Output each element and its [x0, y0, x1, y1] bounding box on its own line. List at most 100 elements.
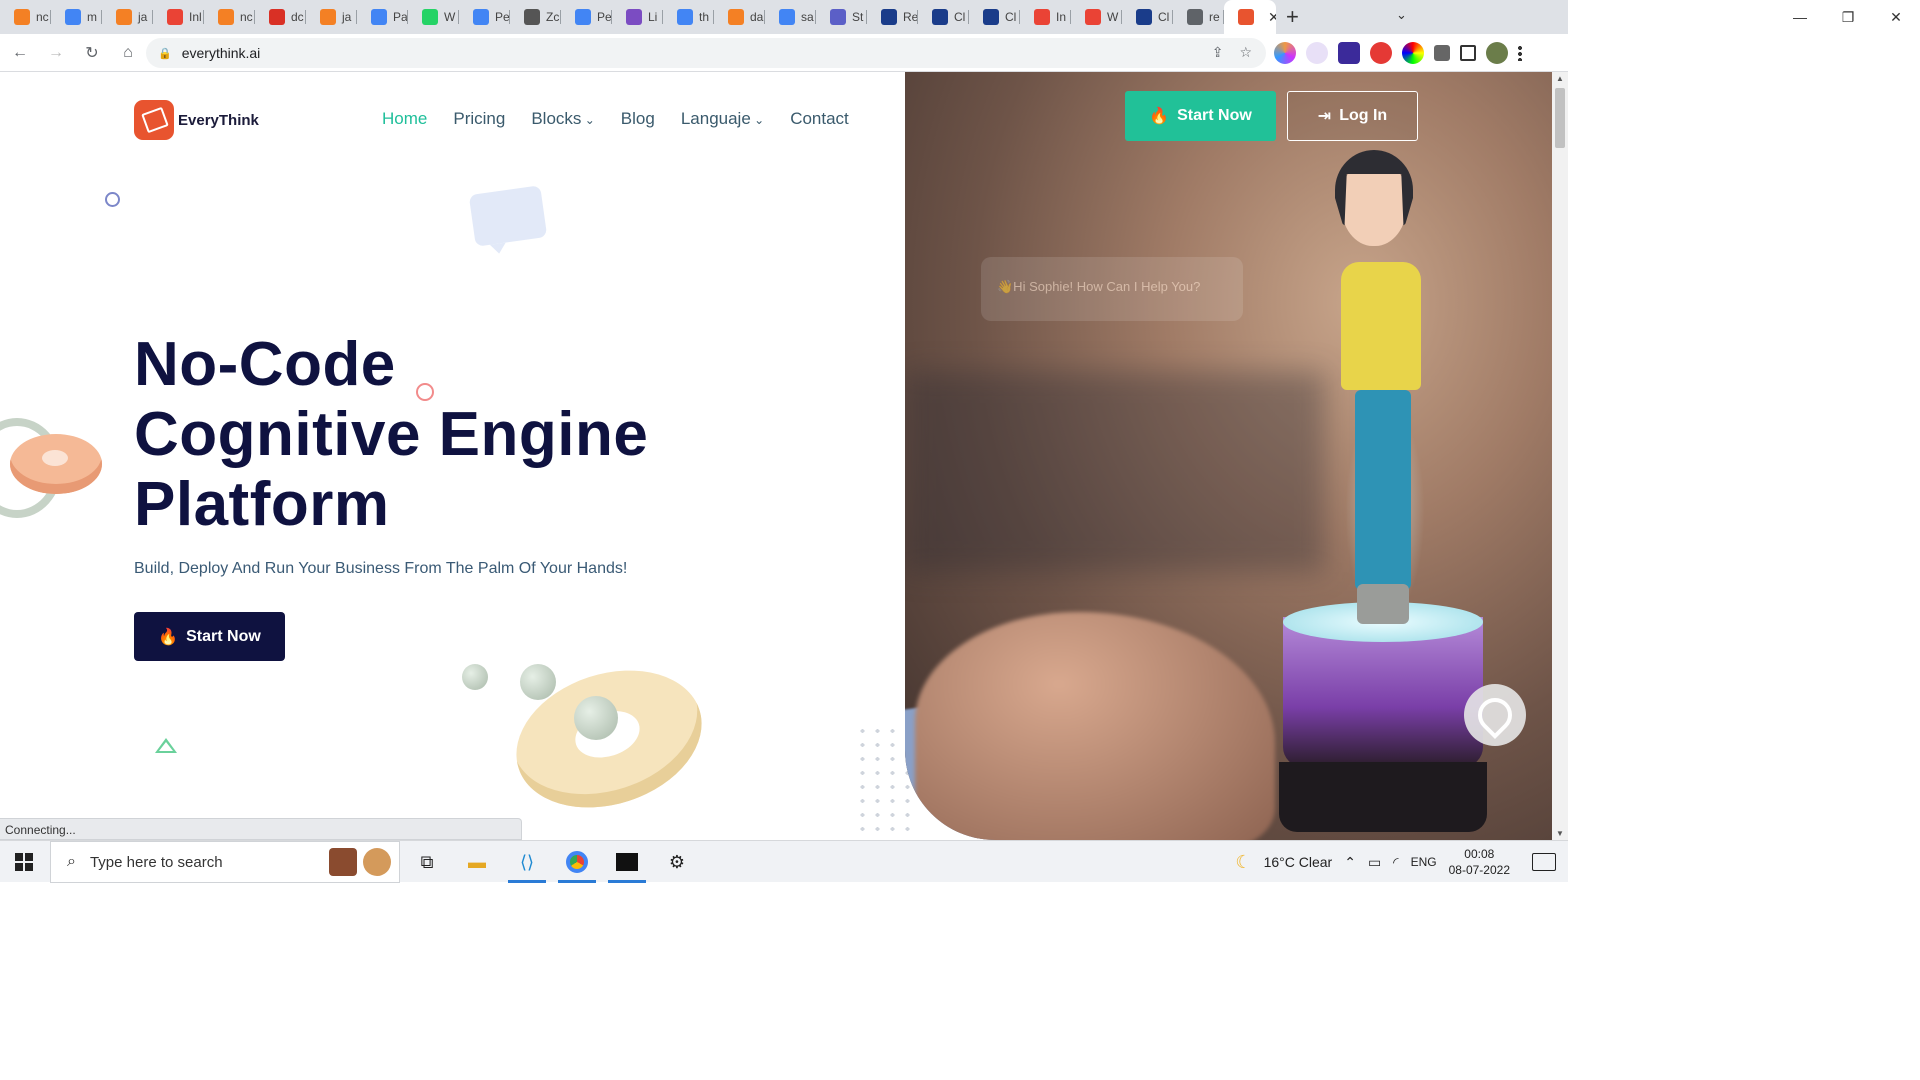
- nav-item-blocks[interactable]: Blocks: [531, 109, 594, 129]
- nav-item-blog[interactable]: Blog: [621, 109, 655, 129]
- header-start-now-button[interactable]: 🔥 Start Now: [1125, 91, 1276, 141]
- hero-start-now-button[interactable]: 🔥 Start Now: [134, 612, 285, 661]
- hero-start-now-label: Start Now: [186, 627, 261, 645]
- brand-name: EveryThink: [178, 111, 259, 129]
- bookmark-star-icon[interactable]: ☆: [1239, 44, 1252, 61]
- browser-tab[interactable]: sa: [765, 0, 816, 34]
- forward-icon[interactable]: →: [40, 44, 72, 62]
- taskbar-search-box[interactable]: ⌕ Type here to search: [50, 841, 400, 883]
- adblock-icon[interactable]: [1370, 42, 1392, 64]
- new-tab-icon[interactable]: +: [1286, 4, 1299, 30]
- browser-tab[interactable]: Re: [867, 0, 918, 34]
- file-explorer-icon[interactable]: ▬: [452, 841, 502, 883]
- site-logo[interactable]: EveryThink: [134, 100, 259, 140]
- nav-item-home[interactable]: Home: [382, 109, 427, 129]
- browser-tab[interactable]: ja: [306, 0, 357, 34]
- battery-icon[interactable]: ▭: [1368, 854, 1381, 871]
- tab-search-icon[interactable]: ⌄: [1396, 7, 1407, 23]
- login-icon: ⇥: [1317, 108, 1332, 125]
- browser-tab[interactable]: m: [51, 0, 102, 34]
- browser-tab[interactable]: Inl: [153, 0, 204, 34]
- clock[interactable]: 00:08 08-07-2022: [1449, 846, 1510, 878]
- browser-tab[interactable]: ja: [102, 0, 153, 34]
- chrome-icon[interactable]: [552, 841, 602, 883]
- tab-label: Inl: [189, 10, 202, 24]
- puzzle-icon[interactable]: [1434, 45, 1450, 61]
- browser-tab[interactable]: th: [663, 0, 714, 34]
- close-tab-icon[interactable]: ✕: [1268, 9, 1276, 26]
- browser-status-bar: Connecting...: [0, 818, 522, 840]
- sidepanel-icon[interactable]: [1460, 45, 1476, 61]
- google-icon: [371, 9, 387, 25]
- chat-widget-button[interactable]: [1464, 684, 1526, 746]
- pen-extension-icon[interactable]: [1306, 42, 1328, 64]
- windows-start-icon[interactable]: [0, 841, 48, 883]
- page-scrollbar[interactable]: ▲ ▼: [1552, 72, 1568, 840]
- profile-avatar[interactable]: [1486, 42, 1508, 64]
- settings-gear-icon[interactable]: ⚙: [652, 841, 702, 883]
- teams-icon: [830, 9, 846, 25]
- reload-icon[interactable]: ↻: [76, 43, 108, 63]
- nav-item-contact[interactable]: Contact: [790, 109, 849, 129]
- browser-tab[interactable]: Zc: [510, 0, 561, 34]
- lock-icon[interactable]: 🔒: [158, 47, 172, 60]
- scrollbar-thumb[interactable]: [1555, 88, 1565, 148]
- browser-tab[interactable]: nc: [204, 0, 255, 34]
- tray-chevron-up-icon[interactable]: ⌃: [1344, 854, 1356, 871]
- browser-tab[interactable]: Li: [612, 0, 663, 34]
- weather-moon-icon[interactable]: ☾: [1235, 852, 1251, 873]
- url-text[interactable]: everythink.ai: [182, 45, 261, 61]
- browser-tab[interactable]: Cl: [969, 0, 1020, 34]
- scroll-up-icon[interactable]: ▲: [1556, 74, 1564, 83]
- tab-label: St: [852, 10, 864, 24]
- vscode-icon[interactable]: ⟨⟩: [502, 841, 552, 883]
- bank-icon: [983, 9, 999, 25]
- browser-tab[interactable]: da: [714, 0, 765, 34]
- extension-icon[interactable]: [1338, 42, 1360, 64]
- browser-tab[interactable]: Pe: [459, 0, 510, 34]
- stackoverflow-icon: [14, 9, 30, 25]
- restore-icon[interactable]: ❐: [1824, 9, 1872, 26]
- notifications-icon[interactable]: [1532, 853, 1556, 871]
- decor-triangle-icon: [155, 738, 177, 753]
- share-icon[interactable]: ⇪: [1212, 44, 1224, 61]
- home-icon[interactable]: ⌂: [112, 44, 144, 62]
- nav-item-languaje[interactable]: Languaje: [681, 109, 764, 129]
- minimize-icon[interactable]: —: [1776, 9, 1824, 25]
- back-icon[interactable]: ←: [4, 44, 36, 62]
- task-view-icon[interactable]: ⧉: [402, 841, 452, 883]
- close-window-icon[interactable]: ✕: [1872, 9, 1920, 26]
- background-hand: [915, 612, 1275, 840]
- browser-tab[interactable]: Cl: [918, 0, 969, 34]
- browser-tab[interactable]: W: [408, 0, 459, 34]
- nav-item-pricing[interactable]: Pricing: [453, 109, 505, 129]
- hero-title-line: Cognitive Engine: [134, 400, 649, 469]
- tab-label: Pe: [495, 10, 510, 24]
- browser-tab[interactable]: Pe: [561, 0, 612, 34]
- login-button[interactable]: ⇥ Log In: [1287, 91, 1418, 141]
- weather-text[interactable]: 16°C Clear: [1264, 854, 1333, 870]
- address-bar[interactable]: 🔒 everythink.ai ⇪ ☆: [146, 38, 1266, 68]
- menu-kebab-icon[interactable]: [1518, 45, 1522, 61]
- browser-tab[interactable]: W: [1071, 0, 1122, 34]
- terminal-icon[interactable]: [602, 841, 652, 883]
- color-extension-icon[interactable]: [1402, 42, 1424, 64]
- extension-icon[interactable]: [1274, 42, 1296, 64]
- browser-tab[interactable]: re: [1173, 0, 1224, 34]
- browser-tab[interactable]: Cl: [1122, 0, 1173, 34]
- wifi-icon[interactable]: ◜: [1393, 854, 1398, 871]
- gmail-icon: [1034, 9, 1050, 25]
- taskbar-search-placeholder: Type here to search: [89, 853, 223, 871]
- header-start-now-label: Start Now: [1177, 107, 1252, 124]
- browser-tab[interactable]: Pa: [357, 0, 408, 34]
- scroll-down-icon[interactable]: ▼: [1556, 829, 1564, 838]
- hero-title: No-Code Cognitive Engine Platform: [134, 330, 648, 540]
- browser-tab[interactable]: St: [816, 0, 867, 34]
- browser-tab[interactable]: nc: [0, 0, 51, 34]
- browser-tab[interactable]: dc: [255, 0, 306, 34]
- browser-tab[interactable]: In: [1020, 0, 1071, 34]
- docs-icon: [575, 9, 591, 25]
- bank-icon: [1136, 9, 1152, 25]
- active-browser-tab[interactable]: ✕: [1224, 0, 1276, 34]
- language-indicator[interactable]: ENG: [1411, 855, 1437, 869]
